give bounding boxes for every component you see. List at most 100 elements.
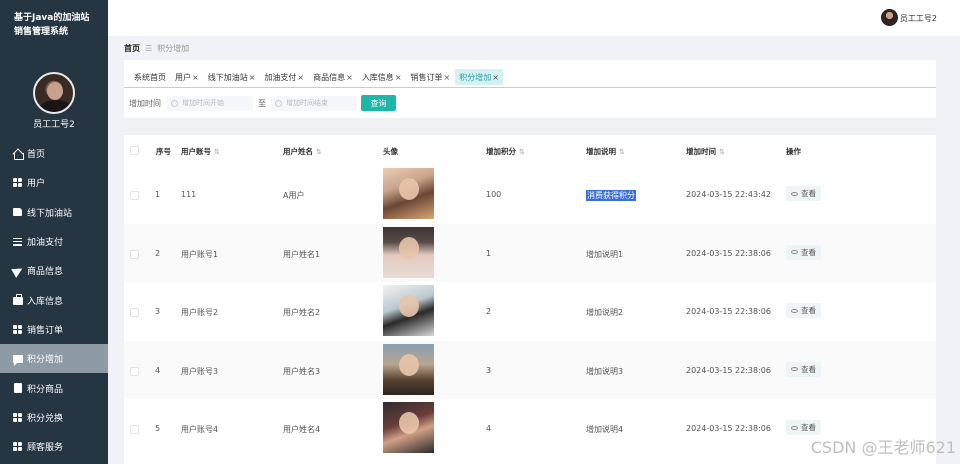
sidebar-item-3[interactable]: 加油支付 [0,227,108,256]
eye-icon [791,367,798,371]
cell-desc: 消费获得积分 [586,190,636,201]
sidebar-item-4[interactable]: 商品信息 [0,256,108,285]
sidebar-item-8[interactable]: 积分商品 [0,373,108,402]
row-checkbox[interactable] [130,425,139,434]
select-all-checkbox[interactable] [130,146,139,155]
row-checkbox[interactable] [130,366,139,376]
sidebar-item-10[interactable]: 顾客服务 [0,432,108,461]
briefcase-icon [12,294,23,306]
search-label: 增加时间 [129,98,161,108]
close-icon[interactable]: × [346,73,353,82]
start-date-placeholder: 增加时间开始 [182,99,224,107]
query-button[interactable]: 查询 [361,95,396,111]
cell-account: 用户账号2 [181,308,219,317]
cell-account: 用户账号1 [181,249,219,259]
header-account[interactable]: 用户账号 ⇅ [181,146,220,157]
view-button[interactable]: 查看 [786,361,821,377]
cell-name: 用户姓名3 [283,366,321,376]
eye-icon [791,308,798,313]
cell-desc: 增加说明2 [586,308,624,317]
end-date-input[interactable]: 增加时间结束 [271,95,357,111]
user-avatar[interactable] [881,9,898,26]
view-button[interactable]: 查看 [786,244,821,260]
cell-points: 2 [486,307,492,316]
sidebar-item-7[interactable]: 积分增加 [0,344,108,374]
table-row: 1 111 A用户 100 消费获得积分 2024-03-15 22:43:42 查看 [124,165,936,223]
cell-time: 2024-03-15 22:43:42 [686,190,771,199]
view-button-label: 查看 [801,364,816,374]
cell-name: A用户 [283,191,305,200]
header-time[interactable]: 增加时间 ⇅ [686,146,725,157]
close-icon[interactable]: × [249,73,256,82]
cell-name: 用户姓名1 [283,249,321,259]
tab-7[interactable]: 积分增加 × [455,69,503,85]
sort-icon: ⇅ [316,148,322,156]
view-button[interactable]: 查看 [786,420,821,435]
close-icon[interactable]: × [492,73,499,82]
sidebar-item-label: 首页 [27,150,46,161]
breadcrumb-separator-icon: ☰ [145,44,153,53]
cell-account: 用户账号4 [181,425,219,434]
eye-icon [791,250,798,254]
tab-3[interactable]: 加油支付 × [260,69,308,85]
breadcrumb-home[interactable]: 首页 [124,43,140,54]
header-index: 序号 [156,147,171,156]
table-row: 3 用户账号2 用户姓名2 2 增加说明2 2024-03-15 22:38:06 查看 [124,282,936,340]
sidebar-avatar [33,72,75,114]
sidebar-item-label: 加油支付 [27,238,64,249]
header-points[interactable]: 增加积分 ⇅ [486,146,525,157]
close-icon[interactable]: × [297,73,304,82]
start-date-input[interactable]: 增加时间开始 [167,95,253,111]
list-icon [12,236,23,247]
avatar-image [383,343,434,395]
topbar-username[interactable]: 员工工号2 [900,13,937,24]
sidebar-item-label: 顾客服务 [27,443,64,454]
range-separator: 至 [258,98,266,108]
header-desc[interactable]: 增加说明 ⇅ [586,146,625,157]
sidebar-item-1[interactable]: 用户 [0,168,108,197]
sidebar-item-label: 用户 [27,179,46,190]
tab-label: 入库信息 [361,72,394,82]
close-icon[interactable]: × [395,73,402,82]
cell-index: 5 [155,424,161,433]
clock-icon [171,99,178,107]
tab-label: 积分增加 [459,72,492,82]
tab-label: 系统首页 [134,72,166,82]
cell-desc: 增加说明4 [586,425,624,434]
send-icon [10,263,25,278]
sidebar-item-6[interactable]: 销售订单 [0,315,108,344]
tab-label: 线下加油站 [207,72,248,82]
cell-index: 2 [155,248,161,258]
sidebar-item-label: 积分增加 [27,355,64,366]
sidebar-item-0[interactable]: 首页 [0,139,108,168]
row-checkbox[interactable] [130,191,139,200]
sidebar-item-label: 商品信息 [27,267,64,278]
sidebar-item-9[interactable]: 积分兑换 [0,403,108,432]
row-checkbox[interactable] [130,249,139,259]
cell-desc: 增加说明3 [586,366,624,376]
cell-time: 2024-03-15 22:38:06 [686,307,771,316]
sidebar-item-2[interactable]: 线下加油站 [0,198,108,227]
table-row: 2 用户账号1 用户姓名1 1 增加说明1 2024-03-15 22:38:06 查看 [124,223,936,282]
tab-1[interactable]: 用户 × [171,69,203,85]
close-icon[interactable]: × [444,73,451,82]
cell-account: 111 [181,190,197,199]
tab-5[interactable]: 入库信息 × [358,69,406,85]
tab-label: 加油支付 [264,72,297,82]
close-icon[interactable]: × [192,73,199,82]
header-avatar: 头像 [383,147,398,156]
tab-0[interactable]: 系统首页 [130,69,170,85]
sidebar-item-5[interactable]: 入库信息 [0,285,108,314]
tab-6[interactable]: 销售订单 × [407,69,455,85]
cell-points: 1 [486,248,492,258]
tab-4[interactable]: 商品信息 × [309,69,357,85]
row-checkbox[interactable] [130,308,139,317]
cell-points: 3 [486,365,492,375]
view-button[interactable]: 查看 [786,303,821,318]
sort-icon: ⇅ [519,148,525,156]
header-name[interactable]: 用户姓名 ⇅ [283,146,322,157]
view-button[interactable]: 查看 [786,186,821,201]
grid-icon [12,177,23,188]
tab-2[interactable]: 线下加油站 × [204,69,260,85]
tab-label: 用户 [175,72,191,82]
